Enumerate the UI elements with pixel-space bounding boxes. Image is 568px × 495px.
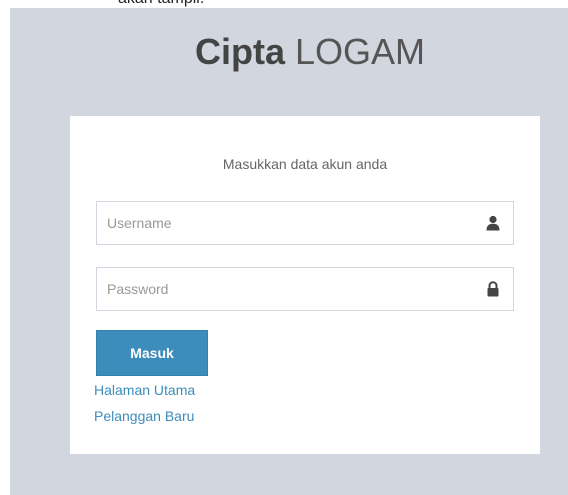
app-logo[interactable]: Cipta LOGAM — [10, 31, 568, 73]
username-input[interactable] — [107, 202, 467, 244]
logo-light-text: LOGAM — [294, 31, 426, 72]
top-caption-text: akan tampil. — [118, 0, 204, 8]
login-box-message: Masukkan data akun anda — [222, 156, 388, 172]
home-link[interactable]: Halaman Utama — [94, 382, 195, 398]
new-customer-link[interactable]: Pelanggan Baru — [94, 408, 194, 424]
login-page: Cipta LOGAM Masukkan data akun anda Masu… — [10, 8, 568, 495]
lock-icon — [487, 281, 499, 297]
logo-bold-text: Cipta — [194, 31, 285, 72]
password-input[interactable] — [107, 268, 467, 310]
username-field[interactable] — [96, 201, 514, 245]
password-field[interactable] — [96, 267, 514, 311]
submit-button[interactable]: Masuk — [96, 330, 208, 376]
user-icon — [486, 215, 500, 231]
login-box: Masukkan data akun anda Masuk Halaman Ut… — [70, 116, 540, 454]
